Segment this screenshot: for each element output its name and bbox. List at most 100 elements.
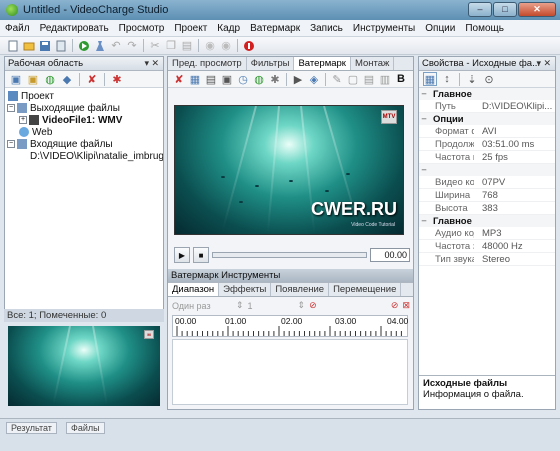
paste-icon[interactable]: ▤ [180,39,194,53]
property-value: 48000 Hz [482,240,523,252]
tab-filters[interactable]: Фильтры [247,57,295,70]
stop-icon[interactable]: ◉ [203,39,217,53]
property-key: Видео кодек [435,176,474,188]
start-icon[interactable] [77,39,91,53]
tab-results[interactable]: Результат [6,422,57,434]
menu-frame[interactable]: Кадр [212,23,245,34]
minimize-button[interactable]: – [468,2,492,17]
seek-slider[interactable] [212,252,367,258]
menu-edit[interactable]: Редактировать [35,23,114,34]
layer-icon[interactable]: ▤ [362,72,376,86]
remove-icon[interactable]: ✘ [85,72,99,86]
refresh-icon[interactable]: ◆ [60,72,74,86]
close-button[interactable]: ✕ [518,2,556,17]
brush-icon[interactable]: ✎ [330,72,344,86]
remove-range-icon[interactable]: ⊠ [402,300,410,311]
redo-icon[interactable]: ↷ [125,39,139,53]
text-icon[interactable]: ▤ [204,72,218,86]
add-file-icon[interactable] [54,39,68,53]
tab-effects[interactable]: Эффекты [219,283,272,296]
copy-icon[interactable]: ❐ [164,39,178,53]
watermark-add-icon[interactable]: ✘ [172,72,186,86]
mode-select[interactable]: Один раз [172,301,232,311]
tree-video-file[interactable]: + VideoFile1: WMV [5,114,163,126]
add-input-icon[interactable]: ▣ [26,72,40,86]
property-row[interactable]: Аудио кодек MP3 [419,227,555,240]
open-folder-icon[interactable] [22,39,36,53]
tab-range[interactable]: Диапазон [168,283,220,296]
ruler-label-4: 04.00 [387,316,409,326]
timeline-ruler[interactable]: 00.00 01.00 02.00 03.00 04.00 [172,315,408,337]
props-gear-icon[interactable]: ⊙ [482,72,496,86]
tab-appearance[interactable]: Появление [271,283,330,296]
undo-icon[interactable]: ↶ [109,39,123,53]
property-row[interactable]: Видео кодек 07PV [419,176,555,189]
property-row[interactable]: Частота кадрс 25 fps [419,151,555,164]
cut-icon[interactable]: ✂ [148,39,162,53]
maximize-button[interactable]: □ [493,2,517,17]
play-button[interactable]: ▶ [174,247,190,263]
globe-icon[interactable]: ◍ [252,72,266,86]
property-category[interactable]: − Главное [419,88,555,100]
menu-options[interactable]: Опции [420,23,460,34]
frame-icon[interactable]: ▣ [220,72,234,86]
crop-icon[interactable]: ▢ [346,72,360,86]
clock-icon[interactable]: ◷ [236,72,250,86]
effect-icon[interactable]: ◈ [307,72,321,86]
menu-tools[interactable]: Инструменты [348,23,420,34]
property-category[interactable]: − [419,164,555,176]
stop-button[interactable]: ■ [193,247,209,263]
timeline-area[interactable] [172,339,408,405]
bold-icon[interactable]: B [394,72,408,86]
count-stepper[interactable]: ⇕ [298,300,306,311]
menu-record[interactable]: Запись [305,23,348,34]
gear-icon[interactable]: ✱ [268,72,282,86]
clear-icon[interactable]: ✱ [110,72,124,86]
tree-input[interactable]: − Входящие файлы [5,138,163,150]
count-field[interactable]: 1 [248,301,294,311]
tab-files[interactable]: Файлы [66,422,105,434]
image-icon[interactable]: ▦ [188,72,202,86]
menu-project[interactable]: Проект [169,23,212,34]
property-row[interactable]: Частота звука 48000 Hz [419,240,555,253]
property-category[interactable]: − Опции [419,113,555,125]
record-icon[interactable] [242,39,256,53]
delete-icon[interactable]: ⊘ [309,300,317,311]
menu-watermark[interactable]: Ватермарк [245,23,305,34]
save-icon[interactable] [38,39,52,53]
tab-movement[interactable]: Перемещение [329,283,402,296]
property-grid: − Главное Путь D:\VIDEO\Klipi... − Опции Форма… [419,88,555,266]
new-project-icon[interactable] [6,39,20,53]
property-category[interactable]: − Главное [419,215,555,227]
video-icon[interactable]: ▶ [291,72,305,86]
add-output-icon[interactable]: ▣ [9,72,23,86]
flask-icon[interactable] [93,39,107,53]
tab-montage[interactable]: Монтаж [351,57,395,70]
tree-web[interactable]: Web [5,126,163,138]
property-row[interactable]: Тип звука Stereo [419,253,555,266]
edit-range-icon[interactable]: ⊘ [391,300,399,311]
menu-view[interactable]: Просмотр [114,23,170,34]
tree-output[interactable]: − Выходящие файлы [5,102,163,114]
pin-icon[interactable]: ▾ ✕ [144,58,159,69]
property-row[interactable]: Высота 383 [419,202,555,215]
align-icon[interactable]: ▥ [378,72,392,86]
property-row[interactable]: Ширина 768 [419,189,555,202]
pause-icon[interactable]: ◉ [219,39,233,53]
watermark-text[interactable]: CWER.RU [311,199,397,220]
tree-input-file[interactable]: D:\VIDEO\Klipi\natalie_imbruglia [5,150,163,162]
tree-project[interactable]: Проект [5,90,163,102]
categorized-icon[interactable]: ▦ [423,72,437,86]
alphabetical-icon[interactable]: ↕ [440,72,454,86]
sort-icon[interactable]: ⇣ [465,72,479,86]
property-row[interactable]: Продолжител 03:51.00 ms [419,138,555,151]
tab-preview[interactable]: Пред. просмотр [168,57,247,70]
add-web-icon[interactable]: ◍ [43,72,57,86]
mode-stepper[interactable]: ⇕ [236,300,244,311]
property-row[interactable]: Путь D:\VIDEO\Klipi... [419,100,555,113]
menu-file[interactable]: Файл [0,23,35,34]
menu-help[interactable]: Помощь [460,23,509,34]
property-row[interactable]: Формат файл AVI [419,125,555,138]
pin-icon[interactable]: ▾ ✕ [536,58,551,69]
tab-watermark[interactable]: Ватермарк [294,57,351,70]
